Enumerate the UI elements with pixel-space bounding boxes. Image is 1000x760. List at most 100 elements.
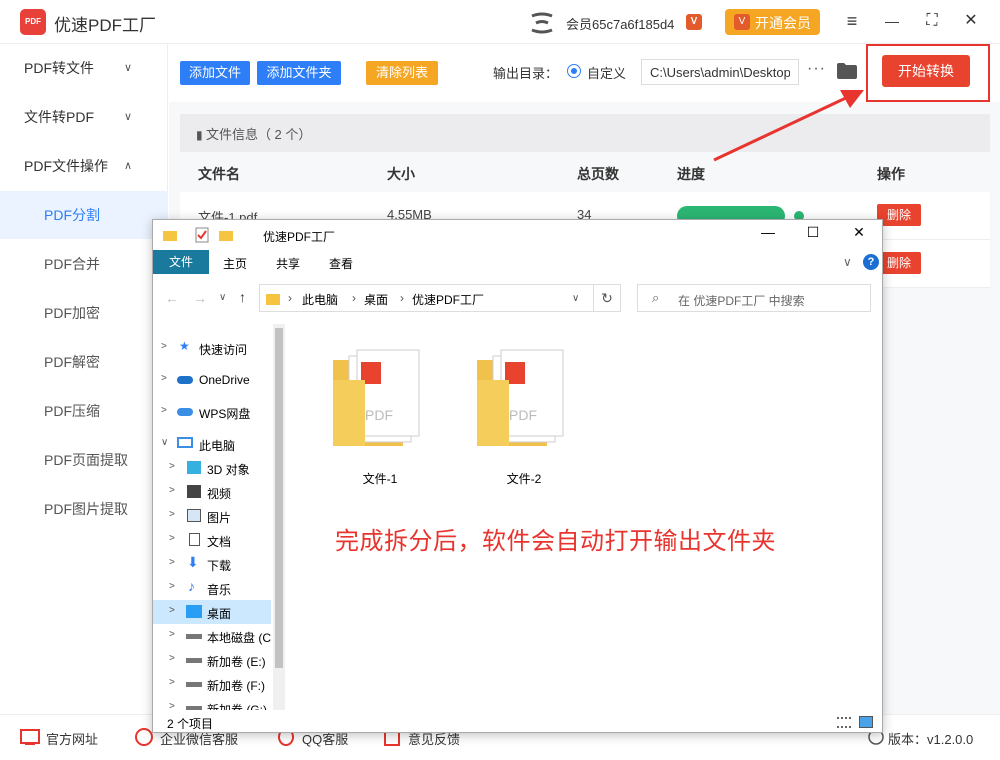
chevron-right-icon: > [169,701,175,710]
add-folder-button[interactable]: 添加文件夹 [257,61,341,85]
chevron-right-icon: > [169,533,175,544]
nav-item-music[interactable]: > ♪ 音乐 [153,576,271,600]
breadcrumb-item[interactable]: 桌面 [364,291,388,308]
details-view-icon[interactable] [837,717,851,728]
forward-arrow-icon[interactable]: → [193,290,207,306]
sidebar-group-file-to-pdf[interactable]: 文件转PDF ∨ [0,93,168,141]
output-dir-label: 输出目录： [493,66,559,81]
nav-item-videos[interactable]: > 视频 [153,480,271,504]
open-vip-button[interactable]: V 开通会员 [725,9,820,35]
recent-chevron-icon[interactable]: ∨ [219,292,226,303]
nav-label: 3D 对象 [207,463,250,477]
up-arrow-icon[interactable]: ↑ [239,289,246,305]
properties-icon[interactable] [195,227,209,243]
nav-item-documents[interactable]: > 文档 [153,528,271,552]
add-file-button[interactable]: 添加文件 [180,61,250,85]
nav-item-desktop[interactable]: > 桌面 [153,600,271,624]
chevron-down-icon[interactable]: ∨ [843,255,852,269]
explorer-minimize-button[interactable]: — [753,224,783,246]
chevron-down-icon: ∨ [124,111,133,123]
sidebar-item-pdf-merge[interactable]: PDF合并 [0,240,168,288]
member-name[interactable]: 会员65c7a6f185d4 [566,14,674,33]
cube-icon [187,461,201,474]
sidebar-item-label: PDF分割 [44,207,100,223]
minimize-button[interactable]: — [880,10,904,34]
column-header-action: 操作 [877,166,905,182]
ribbon-tab-home[interactable]: 主页 [223,255,247,272]
sidebar-item-pdf-image-extract[interactable]: PDF图片提取 [0,485,168,533]
search-box[interactable]: ⌕ 在 优速PDF工厂 中搜索 [637,284,871,312]
breadcrumb-item[interactable]: 优速PDF工厂 [412,291,484,308]
svg-text:PDF: PDF [365,407,393,423]
chevron-down-icon: ∨ [124,62,133,74]
new-folder-icon[interactable] [219,228,233,242]
large-icons-view-icon[interactable] [859,716,873,728]
chevron-right-icon: > [169,653,175,664]
sidebar-item-pdf-decrypt[interactable]: PDF解密 [0,338,168,386]
nav-item-local-disk-c[interactable]: > 本地磁盘 (C [153,624,271,648]
more-icon[interactable]: ··· [807,60,826,78]
nav-item-this-pc[interactable]: ∨ 此电脑 [153,432,271,456]
explorer-maximize-button[interactable]: ☐ [798,224,828,246]
chevron-right-icon: > [161,341,167,352]
breadcrumb-item[interactable]: 此电脑 [302,291,338,308]
nav-item-volume-f[interactable]: > 新加卷 (F:) [153,672,271,696]
ribbon-tab-share[interactable]: 共享 [276,255,300,272]
sidebar: PDF转文件 ∨ 文件转PDF ∨ PDF文件操作 ∧ PDF分割 PDF合并 … [0,44,168,714]
chevron-up-icon: ∧ [124,160,133,172]
back-arrow-icon[interactable]: ← [165,290,179,306]
nav-item-downloads[interactable]: > ⬇ 下载 [153,552,271,576]
folder-item[interactable]: PDF 文件-1 [325,340,435,486]
sidebar-item-pdf-compress[interactable]: PDF压缩 [0,387,168,435]
nav-label: 下载 [207,559,232,573]
column-header-name: 文件名 [198,166,240,182]
file-list-area: PDF 文件-1 PDF 文件-2 [289,320,882,710]
ribbon-tab-file[interactable]: 文件 [153,250,209,274]
nav-label: 音乐 [207,583,232,597]
custom-radio[interactable] [567,64,581,78]
folder-item[interactable]: PDF 文件-2 [469,340,579,486]
ribbon: 文件 主页 共享 查看 ∨ ? [153,250,882,274]
address-bar[interactable]: › 此电脑 › 桌面 › 优速PDF工厂 ∨ [259,284,621,312]
nav-label: OneDrive [199,373,250,387]
status-bar-count: 2 个项目 [167,717,214,731]
sidebar-group-pdf-ops[interactable]: PDF文件操作 ∧ [0,142,168,190]
sidebar-item-pdf-split[interactable]: PDF分割 [0,191,168,239]
title-bar: PDF 优速PDF工厂 会员65c7a6f185d4 V V 开通会员 ≡ — … [0,0,1000,44]
clear-list-button[interactable]: 清除列表 [366,61,438,85]
nav-item-3d-objects[interactable]: >3D 对象 [153,456,271,480]
explorer-close-button[interactable]: ✕ [844,224,874,246]
custom-radio-label[interactable]: 自定义 [587,63,626,82]
sidebar-group-pdf-to-file[interactable]: PDF转文件 ∨ [0,44,168,92]
close-button[interactable]: ✕ [959,10,983,34]
sidebar-group-label: 文件转PDF [24,109,94,125]
delete-button[interactable]: 删除 [877,252,921,274]
nav-item-quick-access[interactable]: > ★ 快速访问 [153,336,271,360]
nav-item-wps[interactable]: > WPS网盘 [153,400,271,424]
footer-website-link[interactable]: 官方网址 [46,729,98,748]
nav-item-volume-g[interactable]: > 新加卷 (G:) [153,696,271,710]
maximize-button[interactable]: ⛶ [920,10,944,34]
sidebar-group-label: PDF文件操作 [24,158,108,174]
ribbon-tab-view[interactable]: 查看 [329,255,353,272]
computer-icon [177,437,193,448]
nav-item-pictures[interactable]: > 图片 [153,504,271,528]
sidebar-item-pdf-encrypt[interactable]: PDF加密 [0,289,168,337]
nav-scrollbar[interactable] [273,324,285,710]
nav-label: 文档 [207,535,232,549]
nav-label: 桌面 [207,607,232,621]
help-icon[interactable]: ? [863,254,879,270]
menu-icon[interactable]: ≡ [840,10,864,34]
chevron-down-icon[interactable]: ∨ [572,293,579,304]
nav-item-volume-e[interactable]: > 新加卷 (E:) [153,648,271,672]
refresh-icon[interactable]: ↻ [593,284,621,312]
nav-label: 视频 [207,487,232,501]
folder-icon[interactable] [837,63,857,79]
delete-button[interactable]: 删除 [877,204,921,226]
nav-item-onedrive[interactable]: > OneDrive [153,368,271,392]
scrollbar-thumb[interactable] [275,328,283,668]
chevron-right-icon: > [169,461,175,472]
nav-label: 新加卷 (E:) [207,655,266,669]
chevron-down-icon: ∨ [161,437,169,448]
sidebar-item-pdf-page-extract[interactable]: PDF页面提取 [0,436,168,484]
